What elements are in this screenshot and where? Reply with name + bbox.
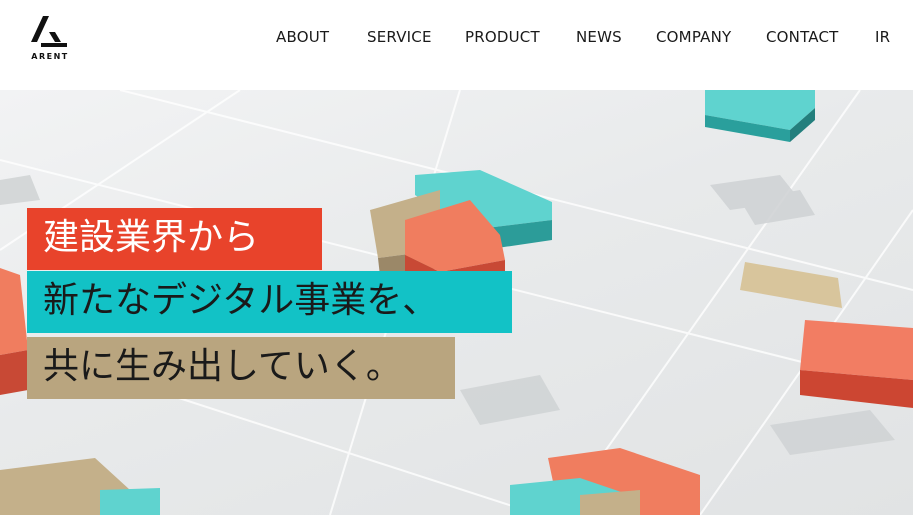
nav-item-product[interactable]: PRODUCT [465, 28, 540, 46]
main-nav: ABOUT SERVICE PRODUCT NEWS COMPANY CONTA… [0, 28, 913, 48]
hero-tagline-line-1: 建設業界から [27, 208, 322, 270]
hero-section: 建設業界から 新たなデジタル事業を、 共に生み出していく。 [0, 90, 913, 515]
logo-wordmark: ARENT [31, 52, 69, 61]
nav-item-ir[interactable]: IR [875, 28, 890, 46]
site-header: ARENT ABOUT SERVICE PRODUCT NEWS COMPANY… [0, 0, 913, 90]
nav-item-about[interactable]: ABOUT [276, 28, 329, 46]
hero-tagline-line-3: 共に生み出していく。 [27, 337, 455, 399]
nav-item-company[interactable]: COMPANY [656, 28, 731, 46]
nav-item-contact[interactable]: CONTACT [766, 28, 839, 46]
nav-item-service[interactable]: SERVICE [367, 28, 432, 46]
hero-tagline-line-2: 新たなデジタル事業を、 [27, 271, 512, 333]
nav-item-news[interactable]: NEWS [576, 28, 622, 46]
